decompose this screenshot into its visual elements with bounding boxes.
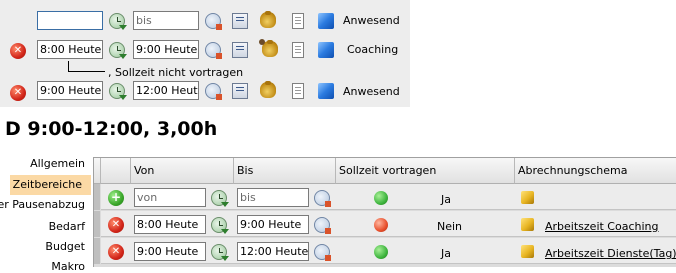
to-time-input[interactable]: 9:00 Heute <box>133 40 199 59</box>
sidebar-item-makro[interactable]: Makro <box>51 260 85 273</box>
row-selector[interactable] <box>94 184 100 210</box>
document-icon[interactable] <box>292 83 304 99</box>
bis-time-picker-icon[interactable] <box>314 217 331 234</box>
schema-cube-icon[interactable] <box>521 245 534 258</box>
von-input[interactable]: von <box>134 188 206 207</box>
vortragen-value: Ja <box>441 247 451 260</box>
from-time-value: 9:00 Heute <box>40 84 102 97</box>
bis-value: 9:00 Heute <box>240 218 302 231</box>
delete-row-icon[interactable]: ✕ <box>108 244 124 260</box>
activity-cube-icon[interactable] <box>318 42 334 58</box>
activity-label[interactable]: Anwesend <box>343 85 400 98</box>
von-input[interactable]: 8:00 Heute <box>134 215 206 234</box>
header-rowselector <box>94 158 101 184</box>
bis-value: 12:00 Heute <box>240 245 309 258</box>
delete-icon[interactable]: ✕ <box>10 85 26 101</box>
von-value: 8:00 Heute <box>137 218 199 231</box>
row-selector[interactable] <box>94 211 100 237</box>
bis-placeholder: bis <box>240 191 256 204</box>
bis-time-picker-icon[interactable] <box>314 244 331 261</box>
von-placeholder: von <box>137 191 158 204</box>
status-red-icon <box>374 218 388 232</box>
document-icon[interactable] <box>292 42 304 58</box>
von-value: 9:00 Heute <box>137 245 199 258</box>
delete-icon[interactable]: ✕ <box>10 43 26 59</box>
bis-input[interactable]: 12:00 Heute <box>237 242 309 261</box>
von-time-picker-icon[interactable] <box>211 217 229 234</box>
bis-input[interactable]: 9:00 Heute <box>237 215 309 234</box>
from-time-picker-icon[interactable] <box>109 83 127 100</box>
from-time-input[interactable]: 8:00 Heute <box>37 40 103 59</box>
to-time-picker-icon[interactable] <box>205 83 222 100</box>
sidebar-item-bedarf[interactable]: Bedarf <box>49 220 85 233</box>
schema-link[interactable]: Arbeitszeit Dienste(Tag) S <box>545 247 676 260</box>
money-bag-person-icon[interactable] <box>259 39 278 57</box>
from-time-input[interactable]: 9:00 Heute <box>37 81 103 100</box>
to-time-placeholder: bis <box>136 14 152 27</box>
money-bag-icon[interactable] <box>260 11 276 28</box>
vortragen-value: Ja <box>441 193 451 206</box>
activity-label[interactable]: Coaching <box>347 43 398 56</box>
add-row-icon[interactable]: + <box>108 190 124 206</box>
von-time-picker-icon[interactable] <box>211 244 229 261</box>
calculator-icon[interactable] <box>232 83 248 99</box>
to-time-input[interactable]: 12:00 Heute <box>133 81 199 100</box>
activity-cube-icon[interactable] <box>318 83 334 99</box>
time-entry-panel: bis Anwesend ✕ 8:00 Heute 9:00 Heute Coa… <box>0 0 410 107</box>
header-action <box>101 158 131 184</box>
from-time-picker-icon[interactable] <box>109 42 127 59</box>
money-bag-icon[interactable] <box>260 81 276 98</box>
activity-label[interactable]: Anwesend <box>343 14 400 27</box>
schema-cube-icon[interactable] <box>521 191 534 204</box>
von-time-picker-icon[interactable] <box>211 190 229 207</box>
vortragen-value: Nein <box>437 220 463 233</box>
page-title: D 9:00-12:00, 3,00h <box>5 118 218 140</box>
calculator-icon[interactable] <box>232 42 248 58</box>
column-header-von[interactable]: Von <box>131 158 234 184</box>
sidebar-item-zeitbereiche[interactable]: Zeitbereiche <box>13 178 82 191</box>
delete-row-icon[interactable]: ✕ <box>108 217 124 233</box>
activity-cube-icon[interactable] <box>318 13 334 29</box>
bis-time-picker-icon[interactable] <box>314 190 331 207</box>
bis-input[interactable]: bis <box>237 188 309 207</box>
schema-link[interactable]: Arbeitszeit Coaching <box>545 220 659 233</box>
to-time-picker-icon[interactable] <box>205 42 222 59</box>
to-time-value: 12:00 Heute <box>136 84 199 97</box>
sidebar-item-allgemein[interactable]: Allgemein <box>30 157 85 170</box>
from-time-input[interactable] <box>37 11 103 30</box>
connector-line <box>68 61 105 72</box>
sidebar-item-pausenabzug[interactable]: er Pausenabzug <box>0 198 85 211</box>
status-green-icon <box>374 191 388 205</box>
to-time-input[interactable]: bis <box>133 11 199 30</box>
schema-cube-icon[interactable] <box>521 218 534 231</box>
column-header-abrechnungschema[interactable]: Abrechnungschema <box>515 158 676 184</box>
column-header-bis[interactable]: Bis <box>234 158 336 184</box>
from-time-picker-icon[interactable] <box>109 13 127 30</box>
row-selector[interactable] <box>94 238 100 264</box>
von-input[interactable]: 9:00 Heute <box>134 242 206 261</box>
sollzeit-note: , Sollzeit nicht vortragen <box>108 66 244 79</box>
document-icon[interactable] <box>292 13 304 29</box>
to-time-picker-icon[interactable] <box>205 13 222 30</box>
column-header-sollzeit[interactable]: Sollzeit vortragen <box>336 158 515 184</box>
sidebar: Allgemein Zeitbereiche er Pausenabzug Be… <box>0 152 91 273</box>
to-time-value: 9:00 Heute <box>136 43 198 56</box>
sidebar-item-budget[interactable]: Budget <box>45 240 85 253</box>
calculator-icon[interactable] <box>232 13 248 29</box>
zeitbereiche-grid: Von Bis Sollzeit vortragen Abrechnungsch… <box>93 157 676 267</box>
from-time-value: 8:00 Heute <box>40 43 102 56</box>
status-green-icon <box>374 245 388 259</box>
